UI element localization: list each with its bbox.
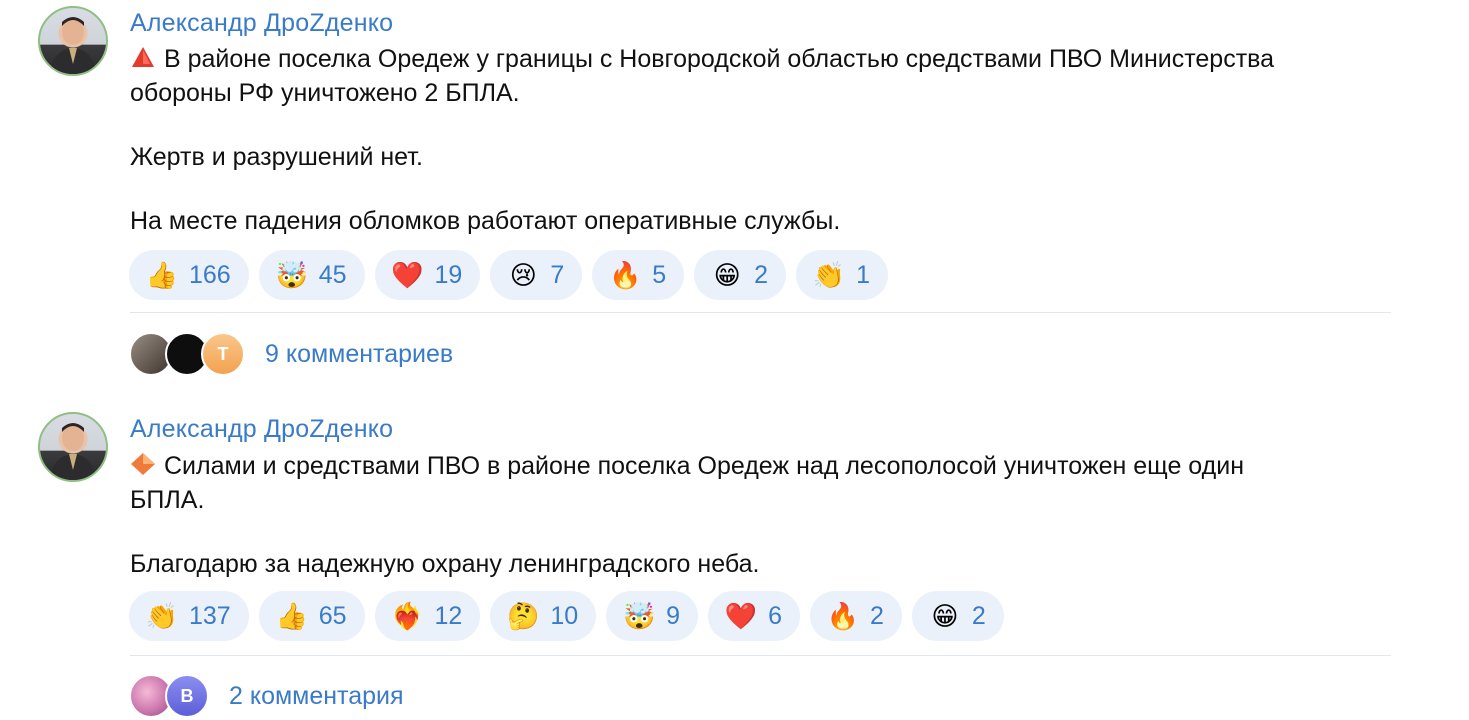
- reaction-chip[interactable]: 🤯 9: [606, 591, 699, 641]
- paragraph: Жертв и разрушений нет.: [130, 143, 423, 171]
- paragraph: На месте падения обломков работают опера…: [130, 207, 841, 235]
- person-photo-icon: [50, 423, 96, 480]
- reaction-count: 12: [434, 601, 463, 630]
- red-heart-icon: ❤️: [724, 601, 758, 631]
- author-avatar[interactable]: [38, 412, 108, 482]
- comments-count[interactable]: 2 комментария: [229, 682, 404, 711]
- reaction-chip[interactable]: ❤️‍🔥 12: [374, 591, 481, 641]
- reaction-chip[interactable]: 🔥 2: [809, 591, 902, 641]
- thinking-face-icon: 🤔: [507, 601, 540, 631]
- fire-icon: 🔥: [826, 601, 860, 631]
- paragraph: Благодарю за надежную охрану ленинградск…: [130, 550, 760, 578]
- author-name[interactable]: Александр ДроZденко: [130, 9, 393, 38]
- comments-link[interactable]: Т 9 комментариев: [129, 330, 453, 378]
- exploding-head-icon: 🤯: [622, 601, 656, 631]
- thumbs-up-icon: 👍: [275, 601, 308, 631]
- comments-link[interactable]: В 2 комментария: [129, 672, 404, 720]
- reaction-count: 166: [189, 260, 231, 289]
- reaction-chip[interactable]: 🤔 10: [490, 591, 597, 641]
- paragraph: В районе поселка Оредеж у границы с Новг…: [130, 43, 1430, 109]
- divider: [130, 312, 1391, 313]
- clapping-hands-icon: 👏: [145, 601, 179, 631]
- author-name[interactable]: Александр ДроZденко: [130, 415, 393, 444]
- reaction-count: 7: [550, 260, 565, 289]
- reaction-count: 45: [318, 260, 347, 289]
- paragraph-line: В районе поселка Оредеж у границы с Новг…: [164, 45, 1275, 73]
- paragraph-line: Силами и средствами ПВО в районе поселка…: [164, 452, 1245, 480]
- heart-on-fire-icon: ❤️‍🔥: [391, 601, 424, 631]
- reaction-chip[interactable]: 🤯 45: [258, 250, 365, 300]
- reaction-chip[interactable]: 👍 65: [258, 591, 365, 641]
- reaction-chip[interactable]: 🔥 5: [592, 250, 685, 300]
- red-heart-icon: ❤️: [391, 260, 424, 290]
- paragraph-line: обороны РФ уничтожено 2 БПЛА.: [130, 79, 520, 107]
- commenter-avatar: Т: [201, 332, 245, 376]
- reaction-count: 2: [869, 601, 884, 630]
- reaction-count: 9: [666, 601, 681, 630]
- commenter-avatar: В: [165, 674, 209, 718]
- reaction-chip[interactable]: 😁 2: [694, 250, 787, 300]
- comments-count[interactable]: 9 комментариев: [265, 340, 453, 369]
- exploding-head-icon: 🤯: [275, 260, 308, 290]
- post-text: Силами и средствами ПВО в районе поселка…: [130, 450, 1430, 580]
- reaction-count: 65: [318, 601, 347, 630]
- reaction-count: 5: [652, 260, 667, 289]
- author-avatar[interactable]: [38, 6, 108, 76]
- paragraph: Силами и средствами ПВО в районе поселка…: [130, 450, 1430, 516]
- reaction-chip[interactable]: ❤️ 19: [374, 250, 481, 300]
- reactions-bar: 👍 166 🤯 45 ❤️ 19 😢 7 🔥 5 😁 2 👏 1: [129, 250, 888, 300]
- grinning-face-icon: 😁: [713, 260, 741, 290]
- reactions-bar: 👏 137 👍 65 ❤️‍🔥 12 🤔 10 🤯 9 ❤️ 6 🔥 2 😁 2: [129, 591, 1004, 641]
- reaction-count: 2: [971, 601, 986, 630]
- person-photo-icon: [50, 17, 96, 74]
- orange-diamond-icon: [130, 452, 156, 484]
- grinning-face-icon: 😁: [931, 601, 959, 631]
- crying-face-icon: 😢: [509, 260, 537, 290]
- reaction-chip[interactable]: 👏 1: [796, 250, 888, 300]
- divider: [130, 655, 1391, 656]
- reaction-count: 19: [434, 260, 463, 289]
- reaction-chip[interactable]: 😢 7: [490, 250, 583, 300]
- reaction-chip[interactable]: 😁 2: [911, 591, 1004, 641]
- paragraph-line: БПЛА.: [130, 486, 205, 514]
- reaction-chip[interactable]: 👏 137: [129, 591, 249, 641]
- reaction-count: 10: [550, 601, 579, 630]
- reaction-chip[interactable]: ❤️ 6: [708, 591, 800, 641]
- commenter-avatars: Т: [129, 332, 245, 376]
- thumbs-up-icon: 👍: [145, 260, 179, 290]
- commenter-avatars: В: [129, 674, 209, 718]
- clapping-hands-icon: 👏: [812, 260, 846, 290]
- reaction-count: 137: [189, 601, 231, 630]
- fire-icon: 🔥: [609, 260, 642, 290]
- reaction-count: 6: [768, 601, 782, 630]
- post-text: В районе поселка Оредеж у границы с Новг…: [130, 43, 1430, 237]
- reaction-count: 2: [754, 260, 769, 289]
- reaction-count: 1: [856, 260, 870, 289]
- reaction-chip[interactable]: 👍 166: [129, 250, 249, 300]
- red-triangle-icon: [130, 45, 156, 77]
